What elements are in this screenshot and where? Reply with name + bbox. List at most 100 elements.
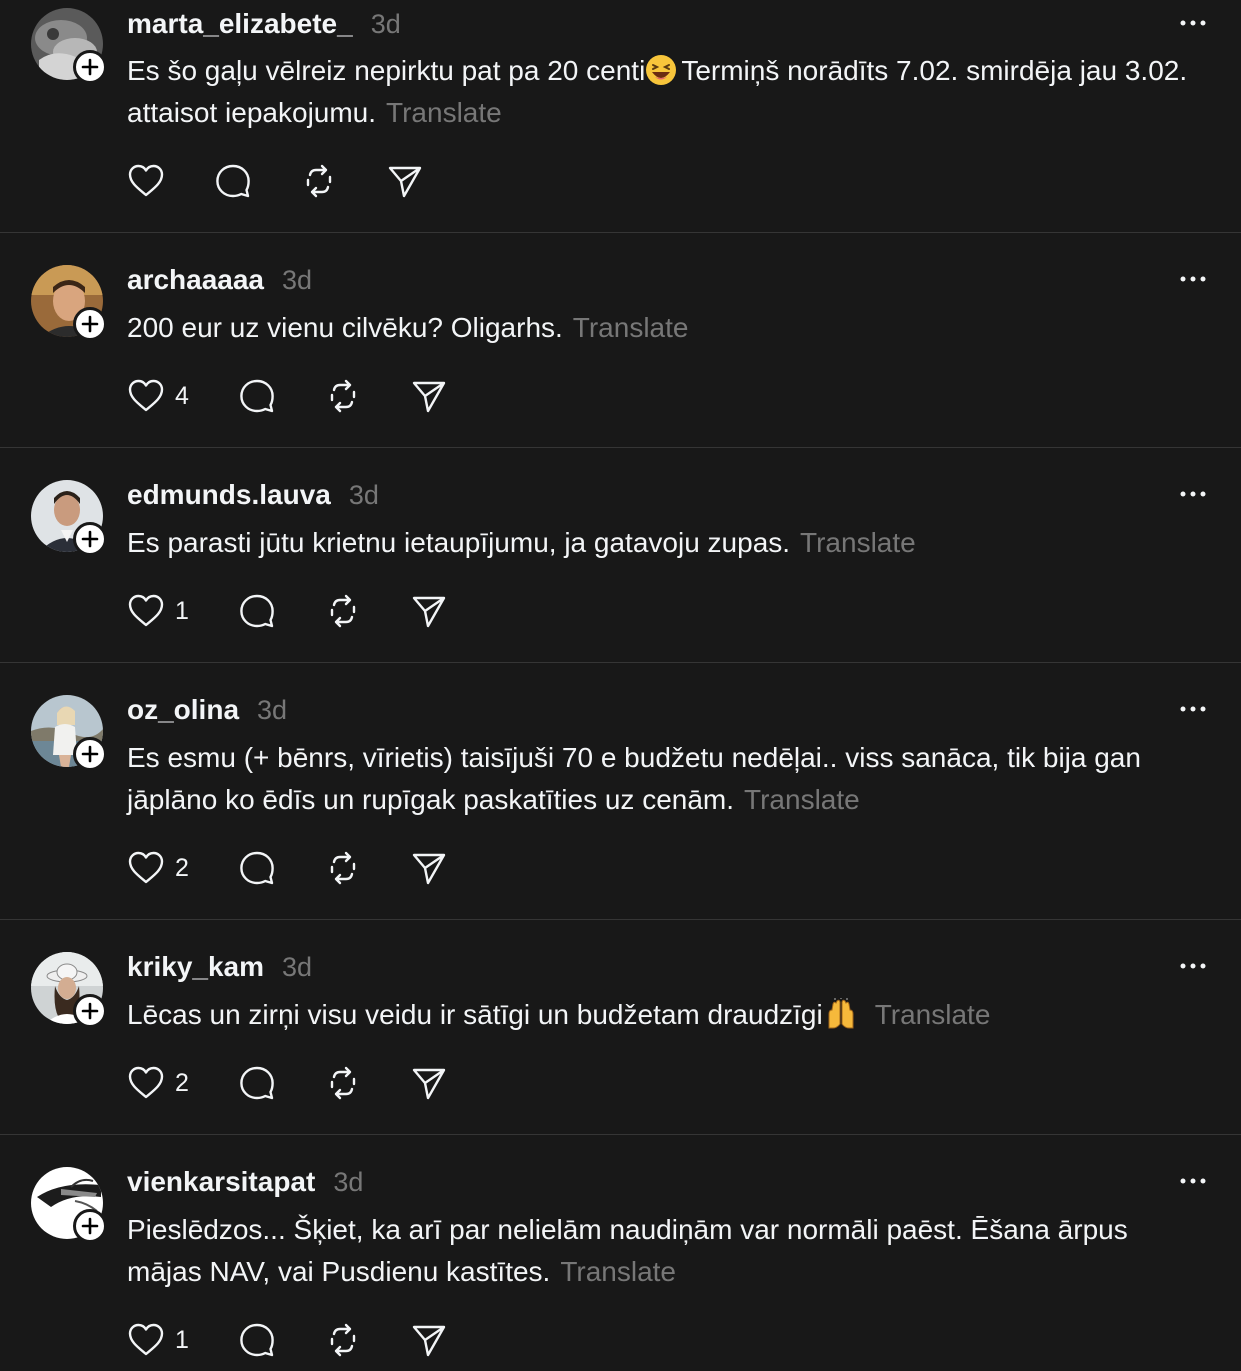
repost-button[interactable] xyxy=(325,593,361,629)
comment-icon xyxy=(240,851,274,885)
reply-button[interactable] xyxy=(239,1065,275,1101)
reply-button[interactable] xyxy=(239,593,275,629)
action-bar: 4 xyxy=(127,376,497,416)
reply-button[interactable] xyxy=(239,1322,275,1358)
avatar-wrapper[interactable] xyxy=(31,480,107,556)
repost-button[interactable] xyxy=(325,850,361,886)
username[interactable]: archaaaaa xyxy=(127,264,264,296)
heart-icon xyxy=(128,164,164,197)
plus-icon xyxy=(81,745,99,763)
reply-button[interactable] xyxy=(215,163,251,199)
avatar-wrapper[interactable] xyxy=(31,1167,107,1243)
username[interactable]: kriky_kam xyxy=(127,951,264,983)
share-button[interactable] xyxy=(411,378,447,414)
more-options-button[interactable] xyxy=(1178,951,1208,981)
comment-text-part: Lēcas un zirņi visu veidu ir sātīgi un b… xyxy=(127,999,823,1030)
heart-icon xyxy=(128,594,164,627)
comment-icon xyxy=(216,164,250,198)
comment-text: Pieslēdzos... Šķiet, ka arī par nelielām… xyxy=(127,1209,1197,1293)
avatar-wrapper[interactable] xyxy=(31,695,107,771)
share-button[interactable] xyxy=(411,1322,447,1358)
send-icon xyxy=(412,1068,446,1100)
follow-button[interactable] xyxy=(73,1209,107,1243)
more-options-button[interactable] xyxy=(1178,479,1208,509)
more-options-button[interactable] xyxy=(1178,694,1208,724)
like-button[interactable]: 1 xyxy=(127,593,189,629)
plus-icon xyxy=(81,1002,99,1020)
more-options-button[interactable] xyxy=(1178,264,1208,294)
share-button[interactable] xyxy=(411,593,447,629)
follow-button[interactable] xyxy=(73,994,107,1028)
reply-button[interactable] xyxy=(239,378,275,414)
username[interactable]: marta_elizabete_ xyxy=(127,8,353,40)
ellipsis-icon xyxy=(1180,706,1206,712)
action-bar: 1 xyxy=(127,1320,497,1360)
translate-link[interactable]: Translate xyxy=(560,1256,676,1287)
avatar-wrapper[interactable] xyxy=(31,265,107,341)
translate-link[interactable]: Translate xyxy=(386,97,502,128)
translate-link[interactable]: Translate xyxy=(573,312,689,343)
like-count: 2 xyxy=(175,1068,189,1097)
translate-link[interactable]: Translate xyxy=(875,999,991,1030)
plus-icon xyxy=(81,530,99,548)
translate-link[interactable]: Translate xyxy=(744,784,860,815)
share-button[interactable] xyxy=(387,163,423,199)
share-button[interactable] xyxy=(411,1065,447,1101)
repost-icon xyxy=(330,851,356,885)
comment-icon xyxy=(240,1323,274,1357)
like-button[interactable]: 1 xyxy=(127,1322,189,1358)
repost-button[interactable] xyxy=(325,378,361,414)
heart-icon xyxy=(128,379,164,412)
repost-button[interactable] xyxy=(325,1065,361,1101)
timestamp[interactable]: 3d xyxy=(257,695,287,726)
comment-text-part: Es šo gaļu vēlreiz nepirktu pat pa 20 ce… xyxy=(127,55,646,86)
ellipsis-icon xyxy=(1180,963,1206,969)
timestamp[interactable]: 3d xyxy=(349,480,379,511)
timestamp[interactable]: 3d xyxy=(282,952,312,983)
like-button[interactable]: 2 xyxy=(127,1065,189,1101)
more-options-button[interactable] xyxy=(1178,1166,1208,1196)
like-button[interactable]: 4 xyxy=(127,378,189,414)
repost-button[interactable] xyxy=(301,163,337,199)
send-icon xyxy=(412,1325,446,1357)
comment-post: edmunds.lauva 3d Es parasti jūtu krietnu… xyxy=(0,448,1241,663)
comment-text-part: Es parasti jūtu krietnu ietaupījumu, ja … xyxy=(127,527,791,558)
follow-button[interactable] xyxy=(73,50,107,84)
repost-button[interactable] xyxy=(325,1322,361,1358)
comment-feed: marta_elizabete_ 3d Es šo gaļu vēlreiz n… xyxy=(0,0,1241,1371)
timestamp[interactable]: 3d xyxy=(282,265,312,296)
post-header: marta_elizabete_ 3d xyxy=(127,4,401,44)
like-button[interactable] xyxy=(127,163,165,199)
heart-icon xyxy=(128,1323,164,1356)
raising-hands-icon xyxy=(825,997,857,1030)
heart-icon xyxy=(128,1066,164,1099)
like-button[interactable]: 2 xyxy=(127,850,189,886)
repost-icon xyxy=(330,379,356,413)
comment-text: 200 eur uz vienu cilvēku? Oligarhs. Trans… xyxy=(127,307,1197,349)
username[interactable]: oz_olina xyxy=(127,694,239,726)
send-icon xyxy=(412,596,446,628)
share-button[interactable] xyxy=(411,850,447,886)
username[interactable]: vienkarsitapat xyxy=(127,1166,315,1198)
follow-button[interactable] xyxy=(73,307,107,341)
username[interactable]: edmunds.lauva xyxy=(127,479,331,511)
repost-icon xyxy=(330,1323,356,1357)
follow-button[interactable] xyxy=(73,737,107,771)
comment-icon xyxy=(240,594,274,628)
timestamp[interactable]: 3d xyxy=(371,9,401,40)
follow-button[interactable] xyxy=(73,522,107,556)
comment-text-part: Es esmu (+ bēnrs, vīrietis) taisījuši 70… xyxy=(127,742,1141,815)
translate-link[interactable]: Translate xyxy=(800,527,916,558)
action-bar: 1 xyxy=(127,591,497,631)
more-options-button[interactable] xyxy=(1178,8,1208,38)
avatar-wrapper[interactable] xyxy=(31,8,107,84)
timestamp[interactable]: 3d xyxy=(333,1167,363,1198)
reply-button[interactable] xyxy=(239,850,275,886)
repost-icon xyxy=(306,164,332,198)
plus-icon xyxy=(81,315,99,333)
comment-text-part: 200 eur uz vienu cilvēku? Oligarhs. xyxy=(127,312,563,343)
post-header: edmunds.lauva 3d xyxy=(127,475,379,515)
avatar-wrapper[interactable] xyxy=(31,952,107,1028)
heart-icon xyxy=(128,851,164,884)
comment-post: vienkarsitapat 3d Pieslēdzos... Šķiet, k… xyxy=(0,1135,1241,1371)
